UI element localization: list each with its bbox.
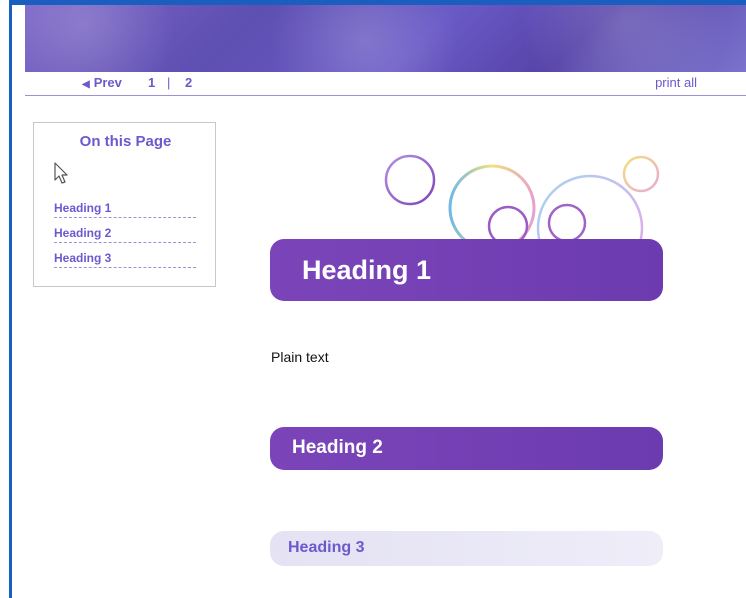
heading-1-banner: Heading 1 — [270, 239, 663, 301]
prev-link[interactable]: ◀ Prev — [82, 75, 122, 90]
prev-label: Prev — [93, 75, 122, 90]
plain-text-paragraph: Plain text — [271, 349, 329, 365]
decorative-circles — [384, 154, 660, 242]
on-this-page-link-heading-2[interactable]: Heading 2 — [54, 226, 196, 243]
left-triangle-icon: ◀ — [82, 79, 90, 90]
print-all-link[interactable]: print all — [655, 75, 697, 90]
heading-2-text: Heading 2 — [292, 437, 383, 458]
page-link-2[interactable]: 2 — [185, 75, 192, 90]
page-separator: | — [167, 75, 171, 90]
on-this-page-link-heading-1[interactable]: Heading 1 — [54, 201, 196, 218]
heading-3-text: Heading 3 — [288, 539, 365, 556]
pointer-cursor-icon — [54, 162, 68, 184]
page-link-1[interactable]: 1 — [148, 75, 155, 90]
on-this-page-link-heading-3[interactable]: Heading 3 — [54, 251, 196, 268]
heading-1-text: Heading 1 — [302, 255, 432, 285]
on-this-page-title: On this Page — [79, 133, 172, 150]
window-border-left — [0, 0, 12, 598]
header-banner — [25, 5, 746, 72]
page-nav-bar: ◀ Prev 1 | 2 print all — [25, 72, 746, 96]
heading-2-banner: Heading 2 — [270, 427, 663, 470]
on-this-page-box: On this Page Heading 1 Heading 2 Heading… — [33, 122, 216, 287]
heading-3-banner: Heading 3 — [270, 531, 663, 566]
